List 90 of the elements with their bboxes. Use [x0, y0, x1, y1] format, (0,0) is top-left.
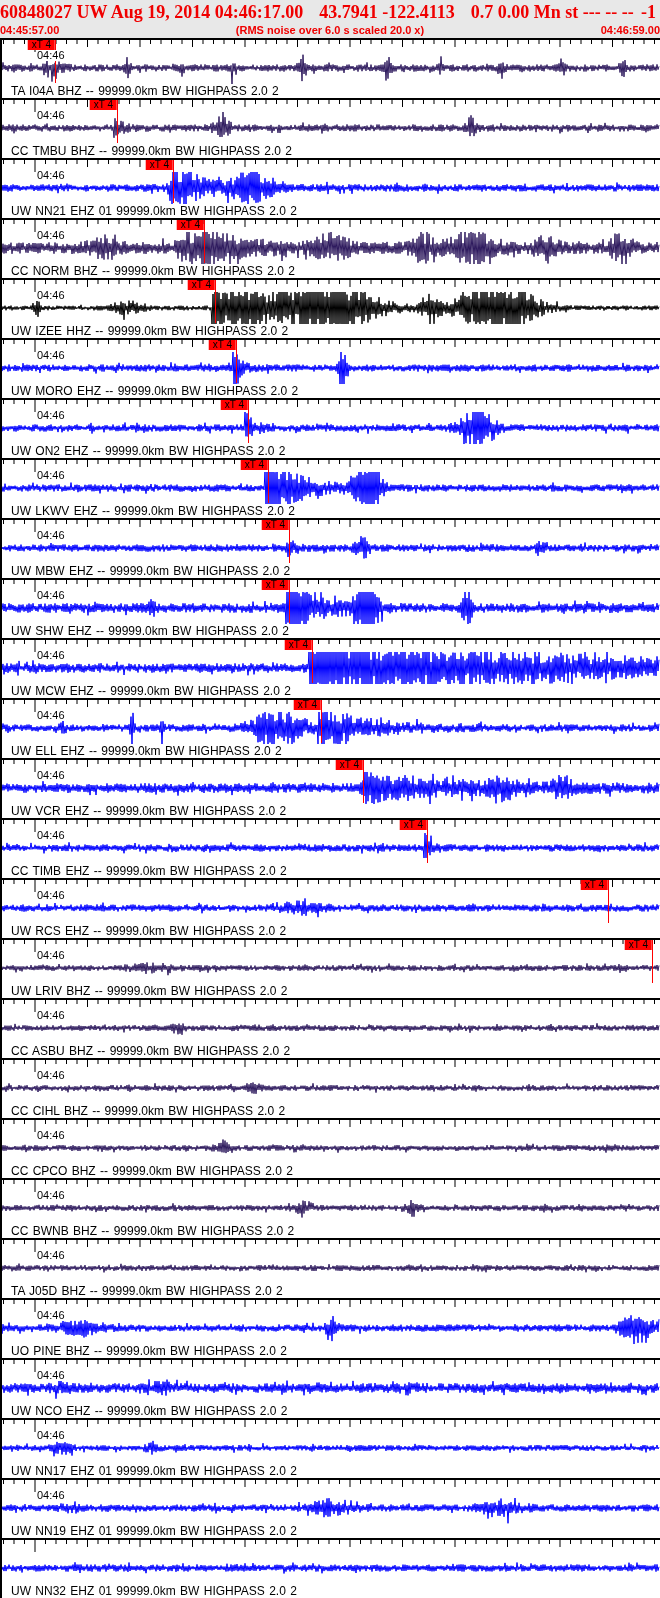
pick-line [215, 280, 216, 323]
event-title: -1 [641, 1, 656, 24]
pick-label: xT 4 [145, 160, 173, 170]
time-label: 04:46 [36, 890, 66, 901]
time-label: 04:46 [36, 110, 66, 121]
pick-label: xT 4 [399, 820, 427, 830]
station-label: UW IZEE HHZ -- 99999.0km BW HIGHPASS 2.0 2 [11, 325, 289, 337]
pick-label: xT 4 [284, 640, 312, 650]
station-label: TA I04A BHZ -- 99999.0km BW HIGHPASS 2.0 2 [11, 85, 279, 97]
pick-line [236, 340, 237, 383]
pick-line [55, 40, 56, 83]
time-label: 04:46 [36, 1310, 66, 1321]
time-label: 04:46 [36, 1130, 66, 1141]
scale-note: (RMS noise over 6.0 s scaled 20.0 x) [235, 24, 425, 37]
time-label: 04:46 [36, 350, 66, 361]
station-label: UW MCW EHZ -- 99999.0km BW HIGHPASS 2.0 2 [11, 685, 291, 697]
station-label: UW NN19 EHZ 01 99999.0km BW HIGHPASS 2.0 2 [11, 1525, 297, 1537]
pick-label: xT 4 [89, 100, 117, 110]
pick-line [289, 520, 290, 563]
time-label: 04:46 [36, 50, 66, 61]
end-time: 04:46:59.00 [600, 24, 660, 37]
pick-line [117, 100, 118, 143]
station-label: UW NCO EHZ -- 99999.0km BW HIGHPASS 2.0 2 [11, 1405, 288, 1417]
station-label: TA J05D BHZ -- 99999.0km BW HIGHPASS 2.0 2 [11, 1285, 283, 1297]
pick-label: xT 4 [208, 340, 236, 350]
time-label: 04:46 [36, 1430, 66, 1441]
time-label: 04:46 [36, 530, 66, 541]
event-title: 60848027 UW Aug 19, 2014 04:46:17.00 [0, 1, 304, 24]
pick-label: xT 4 [261, 580, 289, 590]
pick-label: xT 4 [293, 700, 321, 710]
pick-label: xT 4 [240, 460, 268, 470]
start-time: 04:45:57.00 [0, 24, 60, 37]
station-label: UW MBW EHZ -- 99999.0km BW HIGHPASS 2.0 2 [11, 565, 291, 577]
pick-line [427, 820, 428, 863]
pick-line [289, 580, 290, 623]
pick-line [248, 400, 249, 443]
station-label: UW RCS EHZ -- 99999.0km BW HIGHPASS 2.0 2 [11, 925, 287, 937]
time-label: 04:46 [36, 230, 66, 241]
station-label: UW LKWV EHZ -- 99999.0km BW HIGHPASS 2.0 2 [11, 505, 295, 517]
pick-line [312, 640, 313, 683]
station-label: UW MORO EHZ -- 99999.0km BW HIGHPASS 2.0 2 [11, 385, 299, 397]
time-label: 04:46 [36, 770, 66, 781]
station-label: UW NN21 EHZ 01 99999.0km BW HIGHPASS 2.0 2 [11, 205, 297, 217]
time-label: 04:46 [36, 950, 66, 961]
time-label: 04:46 [36, 1190, 66, 1201]
time-label: 04:46 [36, 290, 66, 301]
time-label: 04:46 [36, 1010, 66, 1021]
station-label: UW LRIV BHZ -- 99999.0km BW HIGHPASS 2.0 2 [11, 985, 288, 997]
pick-line [268, 460, 269, 503]
pick-line [321, 700, 322, 743]
pick-label: xT 4 [335, 760, 363, 770]
pick-label: xT 4 [261, 520, 289, 530]
pick-line [608, 880, 609, 923]
event-title: 43.7941 -122.4113 [319, 1, 455, 24]
pick-label: xT 4 [220, 400, 248, 410]
station-label: CC BWNB BHZ -- 99999.0km BW HIGHPASS 2.0 2 [11, 1225, 295, 1237]
time-label: 04:46 [36, 830, 66, 841]
pick-label: xT 4 [624, 940, 652, 950]
pick-line [173, 160, 174, 203]
time-label: 04:46 [36, 1490, 66, 1501]
station-label: UW VCR EHZ -- 99999.0km BW HIGHPASS 2.0 2 [11, 805, 287, 817]
station-label: UW SHW EHZ -- 99999.0km BW HIGHPASS 2.0 2 [11, 625, 289, 637]
station-label: CC ASBU BHZ -- 99999.0km BW HIGHPASS 2.0 2 [11, 1045, 291, 1057]
pick-label: xT 4 [27, 40, 55, 50]
station-label: UO PINE BHZ -- 99999.0km BW HIGHPASS 2.0 2 [11, 1345, 287, 1357]
pick-label: xT 4 [580, 880, 608, 890]
station-label: UW NN17 EHZ 01 99999.0km BW HIGHPASS 2.0 2 [11, 1465, 297, 1477]
station-label: CC TIMB EHZ -- 99999.0km BW HIGHPASS 2.0 2 [11, 865, 287, 877]
pick-line [652, 940, 653, 983]
time-label: 04:46 [36, 170, 66, 181]
station-label: CC CIHL BHZ -- 99999.0km BW HIGHPASS 2.0 2 [11, 1105, 286, 1117]
time-label: 04:46 [36, 650, 66, 661]
time-label: 04:46 [36, 710, 66, 721]
event-title: 0.7 0.00 Mn st --- -- -- [470, 1, 634, 24]
pick-line [363, 760, 364, 803]
station-label: CC NORM BHZ -- 99999.0km BW HIGHPASS 2.0 2 [11, 265, 295, 277]
time-label: 04:46 [36, 1070, 66, 1081]
time-label: 04:46 [36, 1250, 66, 1261]
pick-label: xT 4 [176, 220, 204, 230]
station-label: CC CPCO BHZ -- 99999.0km BW HIGHPASS 2.0 2 [11, 1165, 293, 1177]
pick-label: xT 4 [187, 280, 215, 290]
time-label: 04:46 [36, 470, 66, 481]
time-label: 04:46 [36, 590, 66, 601]
time-label: 04:46 [36, 1370, 66, 1381]
time-label: 04:46 [36, 410, 66, 421]
pick-line [204, 220, 205, 263]
station-label: CC TMBU BHZ -- 99999.0km BW HIGHPASS 2.0 2 [11, 145, 292, 157]
station-label: UW ON2 EHZ -- 99999.0km BW HIGHPASS 2.0 2 [11, 445, 286, 457]
station-label: UW ELL EHZ -- 99999.0km BW HIGHPASS 2.0 2 [11, 745, 282, 757]
station-label: UW NN32 EHZ 01 99999.0km BW HIGHPASS 2.0 2 [11, 1585, 297, 1597]
